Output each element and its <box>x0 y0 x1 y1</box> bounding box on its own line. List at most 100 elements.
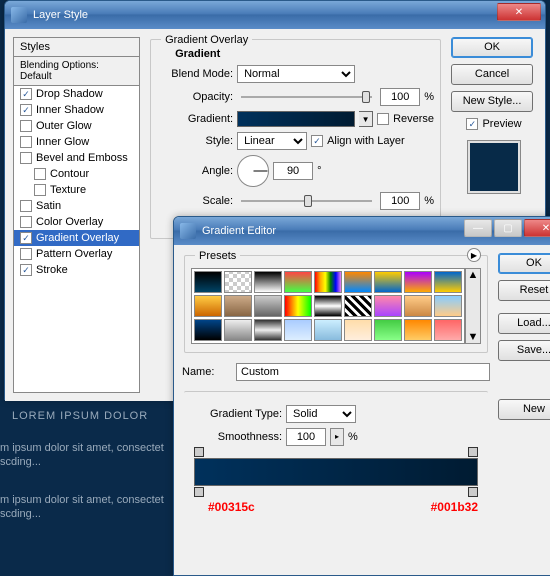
gradient-dropdown-icon[interactable]: ▼ <box>359 111 373 127</box>
style-checkbox[interactable] <box>20 104 32 116</box>
scale-slider[interactable] <box>241 200 372 202</box>
ok-button[interactable]: OK <box>498 253 550 274</box>
style-item[interactable]: Gradient Overlay <box>14 230 139 246</box>
preset-swatch[interactable] <box>374 319 402 341</box>
titlebar[interactable]: Gradient Editor — ▢ ✕ <box>174 217 550 245</box>
style-item[interactable]: Outer Glow <box>14 118 139 134</box>
preset-swatch[interactable] <box>314 319 342 341</box>
preview-checkbox[interactable] <box>466 118 478 130</box>
style-item[interactable]: Color Overlay <box>14 214 139 230</box>
style-item-label: Outer Glow <box>36 120 92 132</box>
new-style-button[interactable]: New Style... <box>451 91 533 112</box>
styles-header[interactable]: Styles <box>14 38 139 57</box>
save-button[interactable]: Save... <box>498 340 550 361</box>
align-checkbox[interactable] <box>311 135 323 147</box>
smoothness-label: Smoothness: <box>192 431 282 443</box>
preset-swatch[interactable] <box>344 271 372 293</box>
style-item[interactable]: Contour <box>14 166 139 182</box>
preset-swatch[interactable] <box>224 295 252 317</box>
preset-scrollbar[interactable]: ▲▼ <box>465 268 481 344</box>
presets-label: Presets <box>195 250 240 262</box>
preset-swatch[interactable] <box>344 319 372 341</box>
maximize-icon[interactable]: ▢ <box>494 219 522 237</box>
style-checkbox[interactable] <box>20 248 32 260</box>
style-select[interactable]: Linear <box>237 132 307 150</box>
opacity-stop[interactable] <box>194 447 204 457</box>
preset-swatch[interactable] <box>254 319 282 341</box>
preset-swatch[interactable] <box>224 319 252 341</box>
scale-field[interactable] <box>380 192 420 210</box>
style-item[interactable]: Inner Shadow <box>14 102 139 118</box>
reverse-checkbox[interactable] <box>377 113 389 125</box>
style-checkbox[interactable] <box>20 264 32 276</box>
style-item[interactable]: Drop Shadow <box>14 86 139 102</box>
reverse-label: Reverse <box>393 113 434 125</box>
app-icon <box>180 223 196 239</box>
preset-swatch[interactable] <box>404 271 432 293</box>
ok-button[interactable]: OK <box>451 37 533 58</box>
gradient-preview[interactable] <box>237 111 355 127</box>
preset-swatch[interactable] <box>434 271 462 293</box>
titlebar[interactable]: Layer Style ✕ <box>5 1 545 29</box>
style-checkbox[interactable] <box>20 200 32 212</box>
blending-options-header[interactable]: Blending Options: Default <box>14 57 139 86</box>
style-item[interactable]: Satin <box>14 198 139 214</box>
minimize-icon[interactable]: — <box>464 219 492 237</box>
style-checkbox[interactable] <box>20 216 32 228</box>
style-checkbox[interactable] <box>34 168 46 180</box>
smoothness-field[interactable] <box>286 428 326 446</box>
style-item-label: Stroke <box>36 264 68 276</box>
reset-button[interactable]: Reset <box>498 280 550 301</box>
style-item[interactable]: Inner Glow <box>14 134 139 150</box>
preset-swatch[interactable] <box>254 271 282 293</box>
opacity-slider[interactable] <box>241 96 372 98</box>
preset-swatch[interactable] <box>194 319 222 341</box>
style-item[interactable]: Bevel and Emboss <box>14 150 139 166</box>
preset-swatch[interactable] <box>314 295 342 317</box>
style-checkbox[interactable] <box>20 120 32 132</box>
close-icon[interactable]: ✕ <box>497 3 541 21</box>
preset-swatch[interactable] <box>284 319 312 341</box>
cancel-button[interactable]: Cancel <box>451 64 533 85</box>
angle-field[interactable] <box>273 162 313 180</box>
style-item[interactable]: Texture <box>14 182 139 198</box>
style-checkbox[interactable] <box>34 184 46 196</box>
style-item[interactable]: Pattern Overlay <box>14 246 139 262</box>
preset-swatch[interactable] <box>434 295 462 317</box>
gradient-type-select[interactable]: Solid <box>286 405 356 423</box>
presets-menu-icon[interactable]: ▶ <box>467 248 481 262</box>
style-item-label: Satin <box>36 200 61 212</box>
new-button[interactable]: New <box>498 399 550 420</box>
opacity-field[interactable] <box>380 88 420 106</box>
close-icon[interactable]: ✕ <box>524 219 550 237</box>
scale-label: Scale: <box>165 195 233 207</box>
load-button[interactable]: Load... <box>498 313 550 334</box>
preset-swatch[interactable] <box>404 295 432 317</box>
preset-swatch[interactable] <box>284 295 312 317</box>
gradient-bar[interactable] <box>194 458 478 486</box>
preset-swatch[interactable] <box>434 319 462 341</box>
opacity-stop[interactable] <box>468 447 478 457</box>
preset-swatch[interactable] <box>194 295 222 317</box>
color-stop[interactable] <box>194 487 204 497</box>
preset-swatch[interactable] <box>314 271 342 293</box>
style-checkbox[interactable] <box>20 232 32 244</box>
color-stop[interactable] <box>468 487 478 497</box>
style-item-label: Color Overlay <box>36 216 103 228</box>
angle-dial[interactable] <box>237 155 269 187</box>
preset-swatch[interactable] <box>374 295 402 317</box>
preset-swatch[interactable] <box>344 295 372 317</box>
preset-swatch[interactable] <box>374 271 402 293</box>
style-item[interactable]: Stroke <box>14 262 139 278</box>
smoothness-menu-icon[interactable]: ▸ <box>330 428 344 446</box>
preset-swatch[interactable] <box>194 271 222 293</box>
blend-mode-select[interactable]: Normal <box>237 65 355 83</box>
name-field[interactable] <box>236 363 490 381</box>
style-checkbox[interactable] <box>20 136 32 148</box>
style-checkbox[interactable] <box>20 152 32 164</box>
preset-swatch[interactable] <box>404 319 432 341</box>
preset-swatch[interactable] <box>254 295 282 317</box>
preset-swatch[interactable] <box>224 271 252 293</box>
style-checkbox[interactable] <box>20 88 32 100</box>
preset-swatch[interactable] <box>284 271 312 293</box>
